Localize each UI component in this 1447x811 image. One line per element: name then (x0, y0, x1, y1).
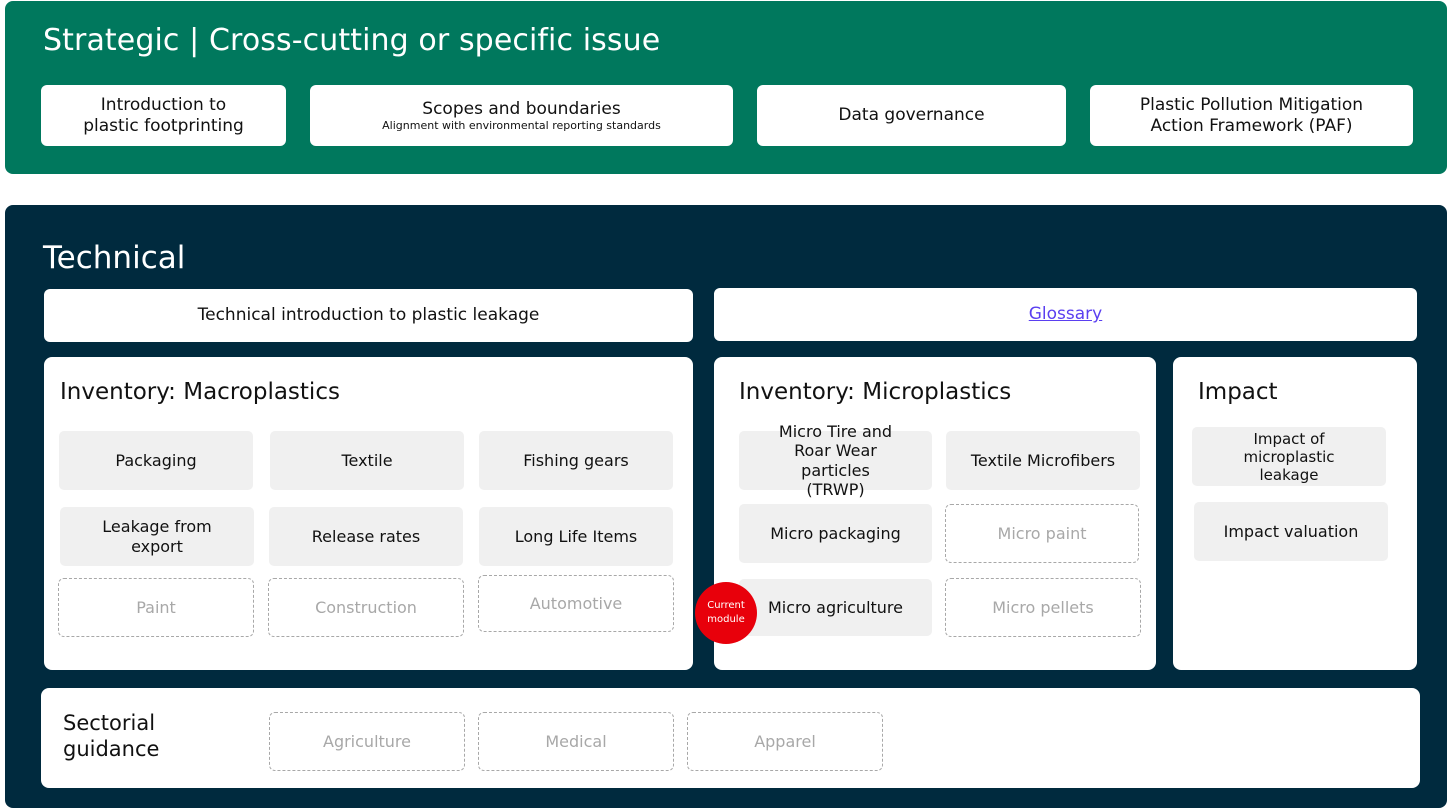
paf-line2: Action Framework (PAF) (1150, 115, 1353, 136)
module-textile-microfibers[interactable]: Textile Microfibers (946, 431, 1140, 490)
sectorial-title-line2: guidance (63, 737, 160, 762)
paf-line1: Plastic Pollution Mitigation (1139, 94, 1364, 115)
module-fishing-gears-label: Fishing gears (523, 450, 629, 470)
module-micro-agriculture[interactable]: Micro agriculture (739, 579, 932, 636)
module-micro-packaging[interactable]: Micro packaging (739, 504, 932, 563)
module-long-life-items-label: Long Life Items (514, 526, 638, 546)
technical-intro-label: Technical introduction to plastic leakag… (197, 305, 540, 326)
scopes-boundaries-button[interactable]: Scopes and boundaries Alignment with env… (310, 85, 733, 146)
glossary-link[interactable]: Glossary (1029, 304, 1102, 325)
module-micro-pellets-label: Micro pellets (992, 597, 1094, 617)
module-textile-label: Textile (341, 450, 393, 470)
macroplastics-title: Inventory: Macroplastics (60, 379, 340, 405)
module-leakage-from-export-label: Leakage from export (102, 517, 212, 556)
module-textile[interactable]: Textile (270, 431, 464, 490)
current-module-badge: Current module (695, 582, 757, 644)
intro-plastic-footprinting-button[interactable]: Introduction to plastic footprinting (41, 85, 286, 146)
data-governance-button[interactable]: Data governance (757, 85, 1066, 146)
module-construction-label: Construction (315, 597, 417, 617)
impact-title: Impact (1198, 379, 1278, 405)
module-automotive-label: Automotive (529, 593, 623, 613)
sector-medical: Medical (478, 712, 674, 771)
module-paint-label: Paint (136, 597, 176, 617)
module-micro-tire-roar-wear[interactable]: Micro Tire and Roar Wear particles (TRWP… (739, 422, 932, 499)
module-micro-paint: Micro paint (945, 504, 1139, 563)
module-micro-paint-label: Micro paint (997, 523, 1087, 543)
technical-title: Technical (43, 240, 186, 276)
sector-agriculture-label: Agriculture (323, 731, 411, 751)
module-leakage-from-export[interactable]: Leakage from export (60, 507, 254, 566)
data-governance-label: Data governance (838, 105, 985, 126)
sector-apparel-label: Apparel (754, 731, 816, 751)
module-impact-microplastic-label: Impact of microplastic leakage (1243, 429, 1335, 484)
paf-button[interactable]: Plastic Pollution Mitigation Action Fram… (1090, 85, 1413, 146)
intro-footprinting-line1: Introduction to (100, 94, 227, 115)
current-badge-line1: Current (707, 599, 745, 611)
module-construction: Construction (268, 578, 464, 637)
microplastics-title: Inventory: Microplastics (739, 379, 1012, 405)
sectorial-title-line1: Sectorial (63, 711, 156, 735)
module-impact-valuation[interactable]: Impact valuation (1194, 502, 1388, 561)
module-release-rates[interactable]: Release rates (269, 507, 463, 566)
module-micro-pellets: Micro pellets (945, 578, 1141, 637)
glossary-button[interactable]: Glossary (714, 288, 1417, 341)
sector-agriculture: Agriculture (269, 712, 465, 771)
module-impact-microplastic-leakage[interactable]: Impact of microplastic leakage (1192, 427, 1386, 486)
scopes-boundaries-label: Scopes and boundaries (422, 98, 621, 119)
module-fishing-gears[interactable]: Fishing gears (479, 431, 673, 490)
module-long-life-items[interactable]: Long Life Items (479, 507, 673, 566)
current-badge-line2: module (707, 614, 745, 625)
module-micro-packaging-label: Micro packaging (770, 523, 901, 543)
sector-apparel: Apparel (687, 712, 883, 771)
module-micro-tire-label: Micro Tire and Roar Wear particles (TRWP… (778, 422, 893, 499)
module-packaging-label: Packaging (115, 450, 197, 470)
module-impact-valuation-label: Impact valuation (1223, 521, 1359, 541)
module-release-rates-label: Release rates (311, 526, 421, 546)
module-textile-microfibers-label: Textile Microfibers (970, 450, 1116, 470)
scopes-boundaries-subtitle: Alignment with environmental reporting s… (382, 119, 661, 133)
strategic-title: Strategic | Cross-cutting or specific is… (43, 23, 661, 58)
technical-intro-button[interactable]: Technical introduction to plastic leakag… (44, 289, 693, 342)
sector-medical-label: Medical (545, 731, 607, 751)
sectorial-guidance-title: Sectorial guidance (63, 710, 159, 763)
module-micro-agriculture-label: Micro agriculture (768, 597, 903, 617)
module-packaging[interactable]: Packaging (59, 431, 253, 490)
module-automotive: Automotive (478, 575, 674, 632)
module-paint: Paint (58, 578, 254, 637)
intro-footprinting-line2: plastic footprinting (83, 115, 244, 136)
